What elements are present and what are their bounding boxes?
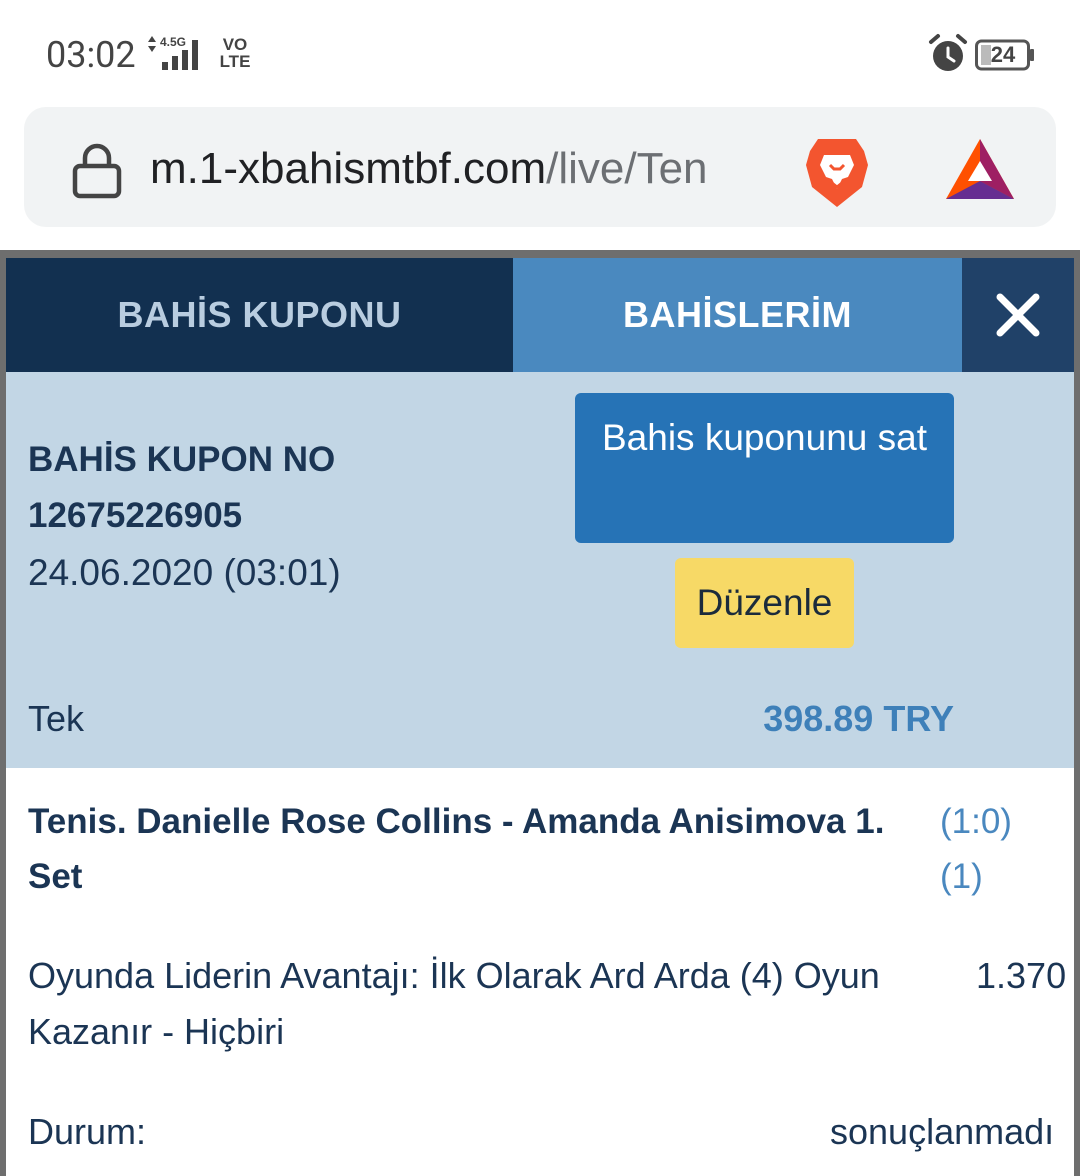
bet-amount: 398.89 TRY xyxy=(763,698,954,739)
market-name: Oyunda Liderin Avantajı: İlk Olarak Ard … xyxy=(28,955,880,1052)
alarm-clock-icon xyxy=(929,34,967,71)
url-host: m.1-xbahismtbf.com xyxy=(150,144,547,193)
url-text[interactable]: m.1-xbahismtbf.com/live/Ten xyxy=(150,141,790,197)
tab-bahislerim[interactable]: BAHİSLERİM xyxy=(513,258,962,372)
network-type-label: 4.5G xyxy=(160,35,186,49)
event-score: (1:0) (1) xyxy=(940,802,1012,896)
edit-button[interactable]: Düzenle xyxy=(675,558,854,648)
event-title: Tenis. Danielle Rose Collins - Amanda An… xyxy=(28,802,885,896)
event-details: Tenis. Danielle Rose Collins - Amanda An… xyxy=(6,768,1074,1176)
odds-value: 1.370 xyxy=(976,955,1067,996)
signal-icon: 4.5G xyxy=(148,35,198,70)
bet-slip-modal: BAHİS KUPONU BAHİSLERİM BAHİS KUPON NO 1… xyxy=(6,258,1074,1176)
url-path: /live/Ten xyxy=(546,144,708,193)
volte-line-1: VO xyxy=(222,35,248,54)
battery-indicator: 24 xyxy=(975,39,1035,71)
status-time: 03:02 xyxy=(46,34,136,76)
volte-indicator: VO LTE xyxy=(218,36,252,70)
lock-icon[interactable] xyxy=(72,141,122,199)
close-button[interactable] xyxy=(962,258,1074,372)
brave-lion-icon[interactable] xyxy=(804,135,870,209)
coupon-info-panel: BAHİS KUPON NO 12675226905 24.06.2020 (0… xyxy=(6,372,1074,768)
status-value: sonuçlanmadı xyxy=(830,1111,1055,1152)
coupon-date: 24.06.2020 (03:01) xyxy=(28,552,341,593)
battery-level: 24 xyxy=(990,42,1016,67)
coupon-number: 12675226905 xyxy=(28,496,243,535)
sell-coupon-button[interactable]: Bahis kuponunu sat xyxy=(575,393,954,543)
close-icon xyxy=(996,293,1040,337)
url-bar[interactable]: m.1-xbahismtbf.com/live/Ten xyxy=(24,107,1056,227)
tab-bar: BAHİS KUPONU BAHİSLERİM xyxy=(6,258,1074,372)
volte-line-2: LTE xyxy=(219,52,251,71)
tab-bahis-kuponu[interactable]: BAHİS KUPONU xyxy=(6,258,513,372)
status-bar: 03:02 4.5G VO LTE 24 xyxy=(0,0,1080,100)
status-label: Durum: xyxy=(28,1111,147,1152)
bet-type: Tek xyxy=(28,698,85,739)
coupon-label: BAHİS KUPON NO xyxy=(28,440,336,479)
bat-triangle-icon[interactable] xyxy=(944,137,1016,201)
